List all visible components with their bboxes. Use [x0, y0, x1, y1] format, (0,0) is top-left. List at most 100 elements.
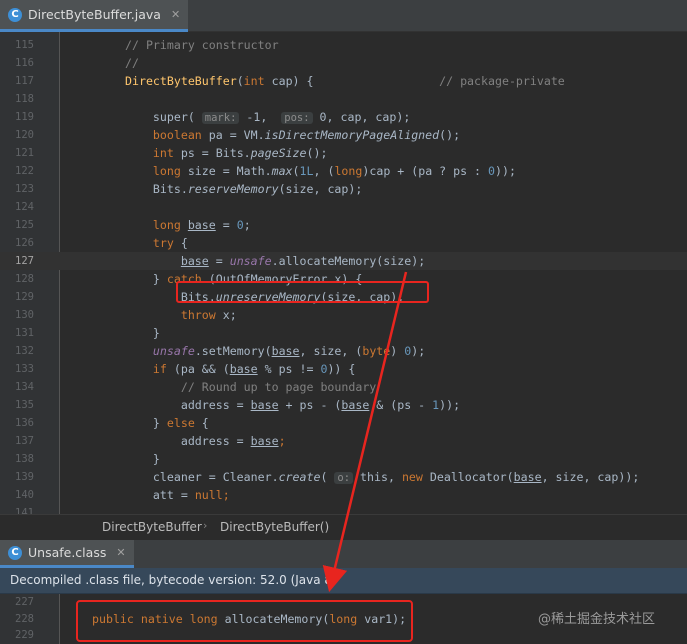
code-line[interactable]: 117 DirectByteBuffer(int cap) { // packag… [0, 72, 687, 90]
code-editor-main[interactable]: 115 // Primary constructor 116 // 117 DirectB… [0, 32, 687, 519]
breadcrumb-method[interactable]: DirectByteBuffer() [220, 520, 329, 534]
code-token: { [173, 236, 188, 250]
code-token: unsafe [229, 254, 272, 268]
code-token: ; [243, 218, 251, 232]
line-number: 140 [15, 489, 34, 501]
line-number: 124 [15, 201, 34, 213]
code-line[interactable]: 139 cleaner = Cleaner.create( o: this, n… [0, 468, 687, 486]
line-number: 131 [15, 327, 34, 339]
code-line[interactable]: 120 boolean pa = VM.isDirectMemoryPageAl… [0, 126, 687, 144]
code-text: boolean pa = VM.isDirectMemoryPageAligne… [125, 126, 460, 144]
code-token: } [125, 272, 167, 286]
close-icon[interactable]: ✕ [116, 546, 125, 559]
code-token: cleaner = Cleaner. [125, 470, 279, 484]
code-token: + ps - ( [278, 398, 342, 412]
code-line[interactable]: 135 address = base + ps - (base & (ps - … [0, 396, 687, 414]
line-number: 115 [15, 39, 34, 51]
code-token: new [401, 470, 423, 484]
code-text: // [125, 54, 139, 72]
line-number: 138 [15, 453, 34, 465]
code-line[interactable]: 127 base = unsafe.allocateMemory(size); [0, 252, 687, 270]
code-line[interactable]: 125 long base = 0; [0, 216, 687, 234]
code-token: int [125, 146, 174, 160]
code-text: throw x; [125, 306, 237, 324]
code-token: // package-private [439, 74, 565, 88]
code-line[interactable]: 116 // [0, 54, 687, 72]
parameter-hint: pos: [281, 112, 313, 124]
code-token: else [166, 416, 195, 430]
java-class-icon: C [8, 7, 22, 22]
code-line[interactable]: 131 } [0, 324, 687, 342]
line-number: 127 [15, 255, 34, 267]
code-line[interactable]: 140 att = null; [0, 486, 687, 504]
code-token: cap) { [264, 74, 440, 88]
code-token: create [278, 470, 321, 484]
code-token: pa = VM. [201, 128, 265, 142]
tab-directbytebuffer-java[interactable]: C DirectByteBuffer.java ✕ [0, 0, 189, 32]
line-number: 134 [15, 381, 34, 393]
code-line[interactable]: 115 // Primary constructor [0, 36, 687, 54]
code-token: = [208, 254, 230, 268]
code-token: , size, ( [299, 344, 363, 358]
code-line[interactable]: 118 [0, 90, 687, 108]
code-token: size = Math. [180, 164, 272, 178]
code-line[interactable]: 134 // Round up to page boundary [0, 378, 687, 396]
code-line[interactable]: 138 } [0, 450, 687, 468]
line-number: 126 [15, 237, 34, 249]
code-line[interactable]: 121 int ps = Bits.pageSize(); [0, 144, 687, 162]
code-text: } [125, 324, 160, 342]
code-token: base [341, 398, 370, 412]
code-text: base = unsafe.allocateMemory(size); [125, 252, 425, 270]
code-token: reserveMemory [187, 182, 279, 196]
code-text: Bits.reserveMemory(size, cap); [125, 180, 362, 198]
code-line[interactable]: 124 [0, 198, 687, 216]
code-token: base [250, 434, 279, 448]
line-number: 136 [15, 417, 34, 429]
code-text: } else { [125, 414, 209, 432]
line-number: 132 [15, 345, 34, 357]
line-number: 117 [15, 75, 34, 87]
code-token: x; [215, 308, 237, 322]
tab-unsafe-class[interactable]: C Unsafe.class ✕ [0, 540, 134, 568]
breadcrumb-class[interactable]: DirectByteBuffer [102, 520, 202, 534]
code-token: Bits. [125, 182, 188, 196]
line-number: 137 [15, 435, 34, 447]
code-token: (pa && ( [166, 362, 230, 376]
code-token: 1L [299, 164, 314, 178]
code-text: super( mark: -1, pos: 0, cap, cap); [125, 108, 410, 127]
code-text: address = base + ps - (base & (ps - 1)); [125, 396, 460, 414]
code-line[interactable]: 136 } else { [0, 414, 687, 432]
line-number: 118 [15, 93, 34, 105]
code-token: ( [236, 74, 244, 88]
code-token: try [125, 236, 174, 250]
code-text: } [125, 450, 160, 468]
code-token: pageSize [250, 146, 307, 160]
code-text: int ps = Bits.pageSize(); [125, 144, 328, 162]
code-token: address = [125, 398, 251, 412]
code-token: .setMemory( [194, 344, 272, 358]
line-number: 119 [15, 111, 34, 123]
code-line[interactable]: 119 super( mark: -1, pos: 0, cap, cap); [0, 108, 687, 126]
line-number: 116 [15, 57, 34, 69]
code-token: address = [125, 434, 251, 448]
code-token: max [271, 164, 293, 178]
code-line[interactable]: 126 try { [0, 234, 687, 252]
line-number: 135 [15, 399, 34, 411]
code-line[interactable]: 122 long size = Math.max(1L, (long)cap +… [0, 162, 687, 180]
code-text: att = null; [125, 486, 230, 504]
code-token: base [513, 470, 542, 484]
code-token: DirectByteBuffer [125, 74, 237, 88]
code-line[interactable]: 123 Bits.reserveMemory(size, cap); [0, 180, 687, 198]
code-line[interactable]: 137 address = base; [0, 432, 687, 450]
line-number: 229 [15, 629, 34, 641]
code-line[interactable]: 133 if (pa && (base % ps != 0)) { [0, 360, 687, 378]
code-line[interactable]: 132 unsafe.setMemory(base, size, (byte) … [0, 342, 687, 360]
code-token: } [125, 416, 167, 430]
code-token: byte [362, 344, 391, 358]
close-icon[interactable]: ✕ [171, 8, 180, 21]
breadcrumb: DirectByteBuffer › DirectByteBuffer() [0, 514, 687, 540]
code-line[interactable]: 130 throw x; [0, 306, 687, 324]
code-text: DirectByteBuffer(int cap) { // package-p… [125, 72, 565, 90]
code-token: % ps != [257, 362, 321, 376]
